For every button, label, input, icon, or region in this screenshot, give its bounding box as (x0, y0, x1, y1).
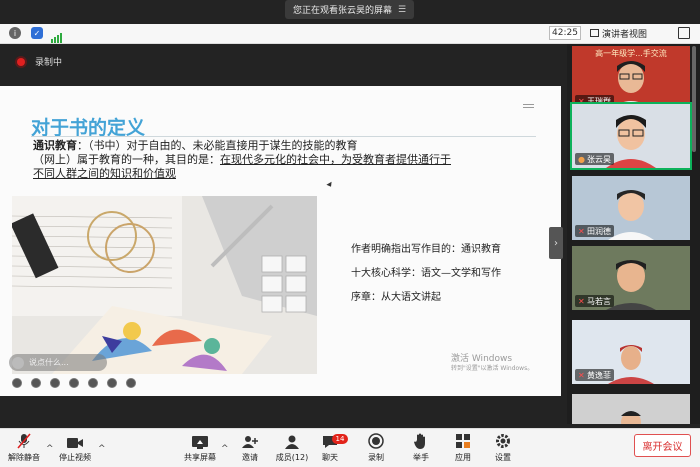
play-icon[interactable] (31, 378, 41, 388)
apps-label: 应用 (455, 453, 471, 462)
apps-icon (455, 432, 471, 449)
screenshot-icon[interactable] (69, 378, 79, 388)
share-screen-icon (192, 432, 208, 449)
slide-paragraph-1: 通识教育：（书中）对于自由的、未必能直接用于谋生的技能的教育 (33, 139, 358, 153)
screen-share-banner[interactable]: 您正在观看张云昊的屏幕 ☰ (285, 0, 414, 19)
chat-unread-badge: 14 (332, 434, 348, 444)
invite-icon (242, 432, 258, 449)
members-icon (284, 432, 300, 449)
slide-side-line-2: 十大核心科学：语文—文学和写作 (351, 268, 501, 279)
user-icon: ● (578, 154, 585, 164)
video-label: 停止视频 (59, 453, 91, 462)
participant-name: 马若言 (587, 296, 611, 306)
settings-label: 设置 (495, 453, 511, 462)
participant-caption: ✕ 田润德 (575, 225, 614, 237)
stop-video-button[interactable]: 停止视频 (58, 432, 92, 466)
panel-scrollbar[interactable] (692, 46, 696, 152)
chevron-up-icon[interactable]: ^ (46, 444, 54, 454)
chat-input-bubble[interactable]: 说点什么... (9, 354, 107, 371)
camera-icon (67, 432, 83, 449)
para2-underlined-2: 不同人群之间的知识和价值观 (33, 167, 176, 180)
chevron-up-icon[interactable]: ^ (221, 444, 229, 454)
annotation-toolbar (12, 377, 162, 389)
participant-name: 黄逸菲 (587, 370, 611, 380)
chevron-right-icon: › (554, 237, 558, 249)
avatar (12, 356, 24, 369)
apps-button[interactable]: 应用 (449, 432, 477, 466)
participant-face-icon (608, 190, 654, 240)
participant-name: 张云昊 (587, 154, 611, 164)
slide-menu-icon[interactable] (523, 104, 534, 108)
share-label: 共享屏幕 (184, 453, 216, 462)
gear-icon (495, 432, 511, 449)
record-button[interactable]: 录制 (362, 432, 390, 466)
subtitle-icon[interactable] (88, 378, 98, 388)
para2-underlined-1: 在现代多元化的社会中，为受教育者提供通行于 (220, 153, 451, 166)
mute-button[interactable]: 解除静音 (8, 432, 40, 466)
participant-tile[interactable]: ✕ 田润德 (572, 176, 690, 240)
participant-name: 田润德 (587, 226, 611, 236)
speaker-view-label: 演讲者视图 (602, 29, 648, 40)
banner-text: 您正在观看张云昊的屏幕 (292, 6, 392, 16)
invite-button[interactable]: 邀请 (236, 432, 264, 466)
participant-tile[interactable]: 高一年级学...手交流 ✕ 王瑞群 (572, 46, 690, 110)
pen-icon[interactable] (50, 378, 60, 388)
participant-tile[interactable] (572, 394, 690, 424)
fullscreen-icon[interactable] (678, 27, 690, 39)
chevron-up-icon[interactable]: ^ (98, 444, 106, 454)
para1-label: 通识教育 (33, 139, 77, 152)
info-icon[interactable]: i (9, 27, 21, 39)
raise-hand-button[interactable]: 举手 (407, 432, 435, 466)
participant-face-icon (608, 345, 654, 384)
prev-slide-icon[interactable] (12, 378, 22, 388)
share-screen-button[interactable]: 共享屏幕 (183, 432, 217, 466)
participant-tile[interactable]: ✕ 马若言 (572, 246, 690, 310)
record-label: 录制 (368, 453, 384, 462)
participant-caption: ✕ 黄逸菲 (575, 369, 614, 381)
meeting-timer: 42:25 (549, 26, 581, 40)
slide-side-line-3: 序章：从大语文讲起 (351, 292, 441, 303)
record-icon (368, 432, 384, 449)
invite-label: 邀请 (242, 453, 258, 462)
participant-tile[interactable]: ● 张云昊 (570, 102, 692, 170)
slide-side-line-1: 作者明确指出写作目的：通识教育 (351, 244, 501, 255)
participant-tile[interactable]: ✕ 黄逸菲 (572, 320, 690, 384)
raise-hand-icon (414, 432, 428, 449)
grid-icon (590, 29, 599, 37)
meeting-window: 您正在观看张云昊的屏幕 ☰ i ✓ 42:25 演讲者视图 录制中 对于书的定义… (0, 0, 700, 467)
chat-placeholder: 说点什么... (29, 358, 69, 367)
slide-photo (12, 196, 317, 374)
mute-label: 解除静音 (8, 453, 40, 462)
menu-lines-icon[interactable]: ☰ (398, 5, 406, 15)
recording-dot-icon (17, 58, 25, 66)
mic-muted-icon: ✕ (578, 296, 585, 306)
mic-muted-icon: ✕ (578, 370, 585, 380)
participant-caption: ✕ 马若言 (575, 295, 614, 307)
mic-muted-icon: ✕ (578, 226, 585, 236)
windows-watermark-sub: 转到"设置"以激活 Windows。 (451, 365, 534, 372)
speaker-view-button[interactable]: 演讲者视图 (590, 26, 658, 40)
mic-muted-icon (17, 432, 31, 449)
leave-meeting-button[interactable]: 离开会议 (634, 434, 691, 457)
participant-face-icon (608, 61, 654, 110)
slide-paragraph-2: （网上）属于教育的一种，其目的是：在现代多元化的社会中，为受教育者提供通行于 (33, 153, 451, 167)
settings-button[interactable]: 设置 (489, 432, 517, 466)
recording-label: 录制中 (35, 58, 63, 68)
participant-caption: ● 张云昊 (575, 153, 614, 165)
comment-icon[interactable] (107, 378, 117, 388)
participant-face-icon (621, 411, 641, 424)
members-button[interactable]: 成员(12) (272, 432, 312, 466)
members-label: 成员(12) (275, 453, 309, 462)
chat-label: 聊天 (322, 453, 338, 462)
title-divider (31, 136, 536, 137)
shield-icon[interactable]: ✓ (31, 27, 43, 39)
raise-hand-label: 举手 (413, 453, 429, 462)
signal-icon[interactable] (51, 28, 63, 43)
more-icon[interactable] (126, 378, 136, 388)
collapse-panel-button[interactable]: › (549, 227, 563, 259)
para1-text: ：（书中）对于自由的、未必能直接用于谋生的技能的教育 (77, 139, 358, 152)
para2-prefix: （网上）属于教育的一种，其目的是： (33, 153, 220, 166)
